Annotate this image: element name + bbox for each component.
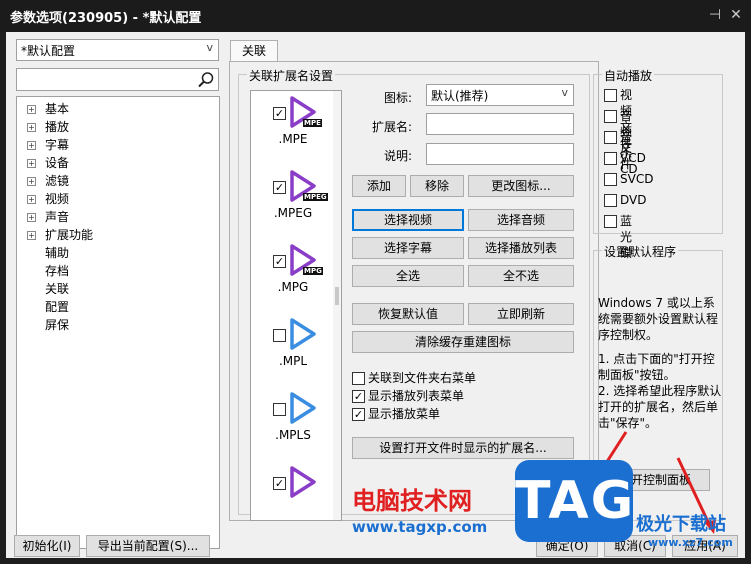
watermark-site-url: www.tagxp.com (352, 518, 488, 536)
close-icon[interactable]: ✕ (727, 6, 745, 24)
checkbox-box (604, 173, 617, 186)
autoplay-checkbox[interactable]: 蓝光碟 (604, 213, 632, 260)
window-title: 参数选项(230905) - *默认配置 (10, 11, 202, 26)
autoplay-checkbox[interactable]: SVCD (604, 171, 653, 187)
checkbox-box (604, 152, 617, 165)
title-bar: 参数选项(230905) - *默认配置 ⊣ ✕ (0, 0, 751, 32)
autoplay-checkbox[interactable]: 音频文件 (604, 108, 632, 171)
autoplay-checkbox[interactable]: DVD (604, 192, 646, 208)
autoplay-checkbox[interactable]: VCD (604, 150, 646, 166)
checkbox-box (604, 89, 617, 102)
autoplay-checkbox[interactable]: 音乐CD (604, 129, 638, 176)
tag-logo: TAG (515, 460, 633, 542)
pin-icon[interactable]: ⊣ (706, 6, 724, 24)
checkbox-box (604, 110, 617, 123)
checkbox-box (604, 215, 617, 228)
watermark-slogan-url: www.xz7.com (648, 536, 733, 549)
checkbox-box (604, 194, 617, 207)
autoplay-checkbox[interactable]: 视频文件 (604, 87, 632, 150)
watermark-site-name: 电脑技术网 (352, 487, 472, 515)
checkbox-box (604, 131, 617, 144)
watermark-slogan: 极光下载站 (636, 514, 726, 535)
